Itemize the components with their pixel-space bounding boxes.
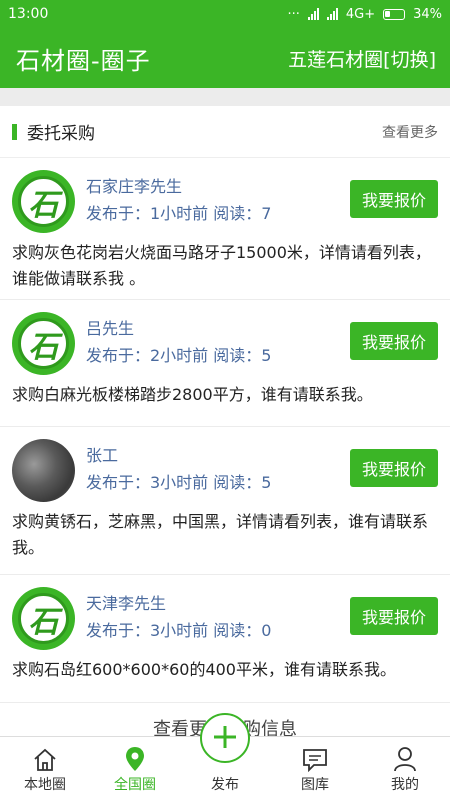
avatar[interactable]: 石: [12, 312, 75, 375]
signal-icon: [326, 8, 338, 20]
post-meta: 发布于：3小时前 阅读：0: [86, 621, 272, 640]
quote-button[interactable]: 我要报价: [350, 449, 438, 487]
avatar[interactable]: 石: [12, 587, 75, 650]
nav-label: 图库: [301, 777, 329, 793]
home-icon: [34, 748, 56, 771]
location-pin-icon: [126, 747, 144, 771]
stone-logo-icon: 石: [28, 604, 59, 640]
purchase-card[interactable]: 石 吕先生 发布于：2小时前 阅读：5 我要报价 求购白麻光板楼梯踏步2800平…: [0, 300, 450, 427]
quote-button[interactable]: 我要报价: [350, 180, 438, 218]
status-bar: 13:00 ··· 4G+ 34%: [0, 0, 450, 28]
view-more-link[interactable]: 查看更多: [382, 122, 438, 142]
message-icon: [303, 749, 327, 772]
nav-national-circle[interactable]: 全国圈: [90, 737, 180, 800]
app-bar: 石材圈-圈子 五莲石材圈[切换]: [0, 28, 450, 88]
section-title: 委托采购: [27, 124, 95, 144]
publish-plus-icon[interactable]: [200, 713, 250, 763]
nav-gallery[interactable]: 图库: [270, 737, 360, 800]
page-title: 石材圈-圈子: [16, 46, 151, 75]
post-meta: 发布于：1小时前 阅读：7: [86, 204, 272, 223]
post-text: 求购黄锈石，芝麻黑，中国黑，详情请看列表，谁有请联系我。: [12, 512, 429, 557]
network-type: 4G+: [345, 6, 376, 22]
more-dots-icon: ···: [287, 6, 300, 22]
quote-button[interactable]: 我要报价: [350, 322, 438, 360]
user-icon: [394, 747, 416, 772]
status-time: 13:00: [8, 6, 49, 22]
section-header: 委托采购 查看更多: [0, 106, 450, 158]
post-text: 求购白麻光板楼梯踏步2800平方，谁有请联系我。: [12, 385, 373, 404]
post-text: 求购灰色花岗岩火烧面马路牙子15000米，详情请看列表，谁能做请联系我 。: [12, 243, 431, 288]
poster-name[interactable]: 张工: [86, 442, 118, 466]
poster-name[interactable]: 吕先生: [86, 315, 134, 339]
nav-label: 本地圈: [24, 777, 66, 793]
avatar[interactable]: [12, 439, 75, 502]
signal-icon: [307, 8, 319, 20]
nav-label: 全国圈: [114, 777, 156, 793]
post-meta: 发布于：2小时前 阅读：5: [86, 346, 272, 365]
post-meta: 发布于：3小时前 阅读：5: [86, 473, 272, 492]
purchase-card[interactable]: 石 石家庄李先生 发布于：1小时前 阅读：7 我要报价 求购灰色花岗岩火烧面马路…: [0, 158, 450, 300]
purchase-card[interactable]: 张工 发布于：3小时前 阅读：5 我要报价 求购黄锈石，芝麻黑，中国黑，详情请看…: [0, 427, 450, 575]
nav-mine[interactable]: 我的: [360, 737, 450, 800]
divider: [0, 88, 450, 106]
quote-button[interactable]: 我要报价: [350, 597, 438, 635]
purchase-card[interactable]: 石 天津李先生 发布于：3小时前 阅读：0 我要报价 求购石岛红600*600*…: [0, 575, 450, 703]
nav-label: 发布: [211, 777, 239, 793]
stone-logo-icon: 石: [28, 187, 59, 223]
battery-level: 34%: [413, 6, 442, 22]
stone-logo-icon: 石: [28, 329, 59, 365]
battery-icon: [383, 8, 406, 20]
avatar[interactable]: 石: [12, 170, 75, 233]
switch-circle-button[interactable]: 五莲石材圈[切换]: [288, 45, 436, 72]
nav-publish[interactable]: 发布: [180, 713, 270, 800]
nav-label: 我的: [391, 777, 419, 793]
poster-name[interactable]: 石家庄李先生: [86, 173, 182, 197]
nav-local-circle[interactable]: 本地圈: [0, 737, 90, 800]
section-marker: [12, 123, 17, 140]
post-text: 求购石岛红600*600*60的400平米，谁有请联系我。: [12, 660, 396, 679]
bottom-nav: 本地圈 全国圈 发布 图库 我的: [0, 713, 450, 800]
poster-name[interactable]: 天津李先生: [86, 590, 166, 614]
